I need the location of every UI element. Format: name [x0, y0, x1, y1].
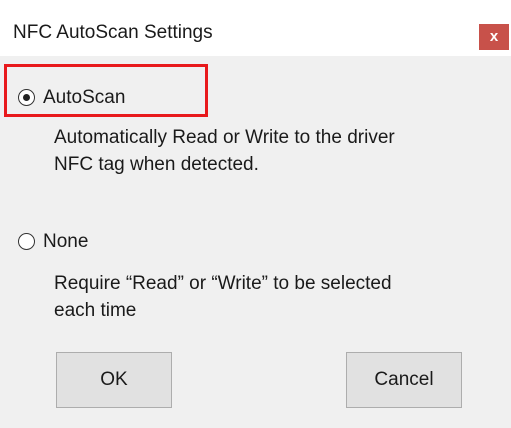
radio-checked-icon[interactable]: [18, 89, 35, 106]
autoscan-label[interactable]: AutoScan: [43, 85, 125, 111]
title-bar: NFC AutoScan Settings x: [0, 0, 511, 56]
none-description: Require “Read” or “Write” to be selected…: [54, 270, 504, 324]
radio-unchecked-icon[interactable]: [18, 233, 35, 250]
close-button[interactable]: x: [479, 24, 509, 50]
radio-dot: [22, 93, 30, 101]
close-icon: x: [489, 28, 499, 45]
none-description-line-1: Require “Read” or “Write” to be selected: [54, 273, 392, 294]
ok-button[interactable]: OK: [56, 352, 172, 408]
nfc-autoscan-settings-dialog: NFC AutoScan Settings x AutoScan Automat…: [0, 0, 511, 428]
window-title: NFC AutoScan Settings: [13, 22, 213, 43]
none-label[interactable]: None: [43, 229, 88, 255]
cancel-button[interactable]: Cancel: [346, 352, 462, 408]
autoscan-description-line-2: NFC tag when detected.: [54, 154, 259, 175]
autoscan-description-line-1: Automatically Read or Write to the drive…: [54, 127, 395, 148]
none-description-line-2: each time: [54, 300, 137, 321]
autoscan-description: Automatically Read or Write to the drive…: [54, 124, 504, 178]
